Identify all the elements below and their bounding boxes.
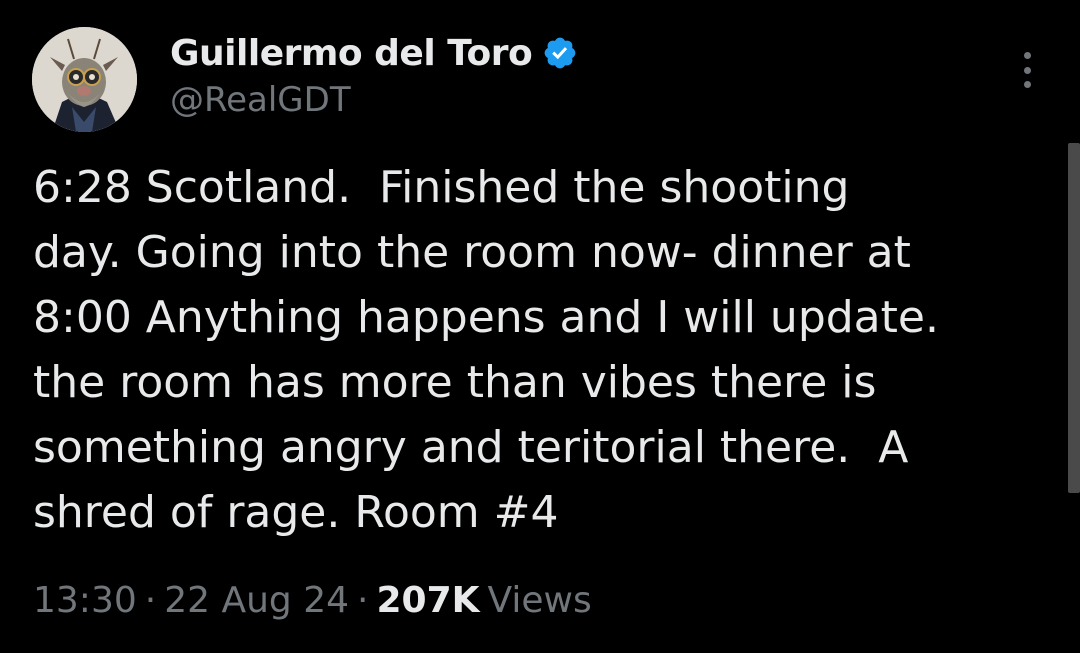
avatar[interactable] <box>32 27 137 132</box>
scrollbar[interactable] <box>1068 143 1080 493</box>
tweet-text: 6:28 Scotland. Finished the shooting day… <box>33 155 1023 545</box>
more-vertical-icon <box>1023 66 1031 74</box>
tweet-date[interactable]: 22 Aug 24 <box>164 580 349 621</box>
tweet-meta: 13:30 · 22 Aug 24 · 207K Views <box>33 580 592 621</box>
tweet-text-line: shred of rage. Room #4 <box>33 487 559 538</box>
meta-separator: · <box>357 580 369 621</box>
more-vertical-icon <box>1023 81 1031 88</box>
author-name-row[interactable]: Guillermo del Toro <box>170 30 578 76</box>
author-display-name[interactable]: Guillermo del Toro <box>170 33 533 74</box>
tweet-text-line: the room has more than vibes there is <box>33 357 877 408</box>
tweet-time[interactable]: 13:30 <box>33 580 137 621</box>
more-vertical-icon <box>1023 52 1031 59</box>
tweet-text-line: 6:28 Scotland. Finished the shooting <box>33 162 850 213</box>
meta-separator: · <box>144 580 157 621</box>
views-label[interactable]: Views <box>488 580 592 621</box>
views-count[interactable]: 207K <box>376 580 479 621</box>
avatar-image <box>32 27 137 132</box>
verified-badge-icon <box>544 37 576 69</box>
more-options-button[interactable] <box>1010 48 1044 92</box>
tweet-text-line: something angry and teritorial there. A <box>33 422 909 473</box>
author-handle[interactable]: @RealGDT <box>170 80 351 120</box>
tweet-text-line: day. Going into the room now- dinner at <box>33 227 911 278</box>
tweet-text-line: 8:00 Anything happens and I will update. <box>33 292 939 343</box>
